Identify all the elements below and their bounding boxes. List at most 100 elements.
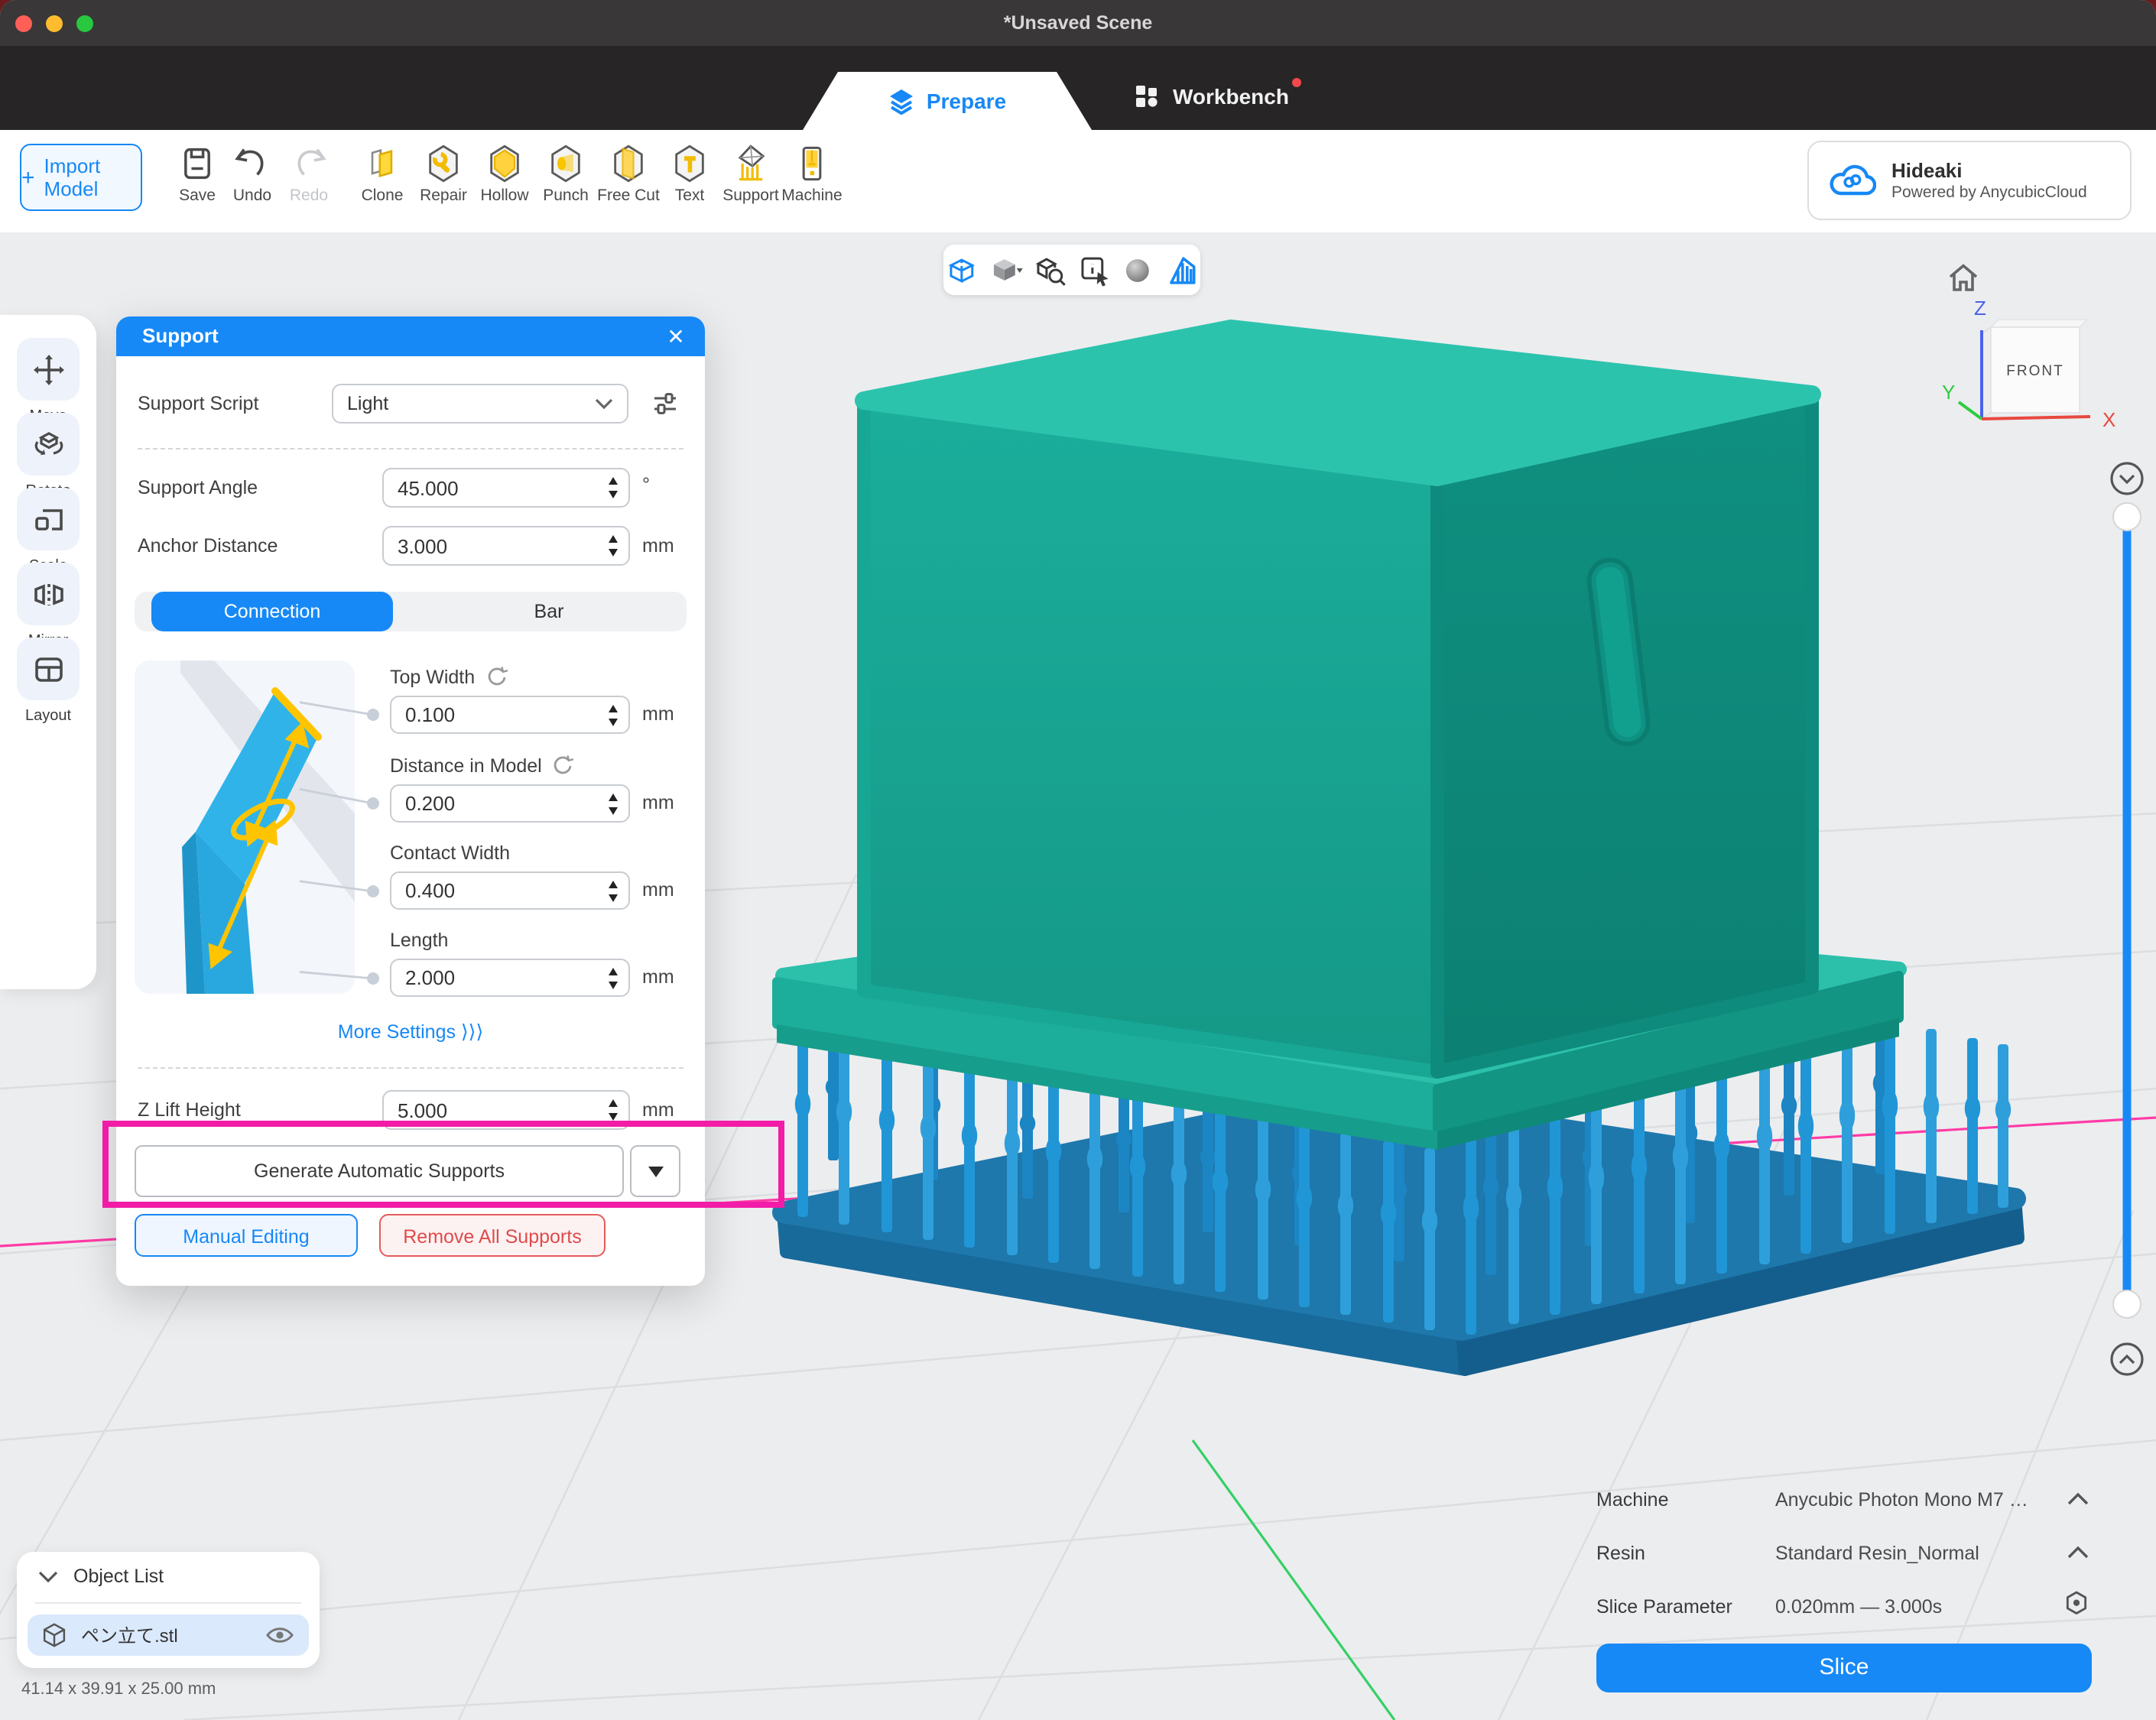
material-sphere-icon[interactable] (1120, 252, 1157, 288)
distance-in-model-input[interactable] (390, 784, 630, 823)
slider-handle-top[interactable] (2113, 503, 2141, 531)
step-up-icon[interactable] (609, 880, 618, 888)
tab-prepare-label: Prepare (927, 89, 1006, 113)
step-up-icon[interactable] (609, 535, 618, 543)
step-up-icon[interactable] (609, 704, 618, 712)
contact-width-unit: mm (642, 879, 674, 901)
object-list-title: Object List (73, 1566, 164, 1587)
distance-in-model-field (390, 784, 630, 823)
top-width-label: Top Width (390, 665, 507, 688)
anchor-distance-input[interactable] (382, 526, 630, 566)
step-down-icon[interactable] (609, 549, 618, 557)
machine-button[interactable]: Machine (778, 144, 846, 205)
model-pen-stand[interactable] (864, 329, 1812, 1072)
resin-collapse-icon[interactable] (2067, 1546, 2089, 1559)
collapse-up-icon[interactable] (2112, 1344, 2142, 1374)
account-box[interactable]: Hideaki Powered by AnycubicCloud (1807, 141, 2132, 220)
move-icon (30, 351, 67, 388)
reset-icon[interactable] (484, 665, 507, 688)
sidebar-item-layout[interactable]: Layout (17, 638, 80, 728)
home-view-icon[interactable] (1945, 260, 1982, 297)
remove-all-supports-button[interactable]: Remove All Supports (379, 1214, 606, 1257)
redo-button[interactable]: Redo (275, 144, 343, 205)
object-list-item[interactable]: ペン立て.stl (28, 1615, 309, 1656)
support-angle-unit: ° (642, 474, 650, 495)
support-angle-input[interactable] (382, 468, 630, 508)
slice-preview-slider[interactable] (2107, 460, 2147, 1378)
step-up-icon[interactable] (609, 793, 618, 800)
tab-bar[interactable]: Bar (411, 592, 687, 631)
step-down-icon[interactable] (609, 806, 618, 814)
step-up-icon[interactable] (609, 967, 618, 975)
contact-width-input[interactable] (390, 871, 630, 910)
step-down-icon[interactable] (609, 1113, 618, 1121)
reset-icon[interactable] (551, 754, 574, 777)
chevron-down-icon (595, 398, 613, 410)
top-width-input[interactable] (390, 696, 630, 734)
slider-handle-bottom[interactable] (2113, 1290, 2141, 1318)
anchor-distance-unit: mm (642, 535, 674, 557)
step-down-icon[interactable] (609, 981, 618, 988)
generate-options-dropdown[interactable] (630, 1145, 680, 1197)
step-up-icon[interactable] (609, 1099, 618, 1107)
view-cube[interactable]: FRONT Z X Y (1933, 294, 2132, 453)
clone-button[interactable]: Clone (349, 144, 416, 205)
z-lift-height-label: Z Lift Height (138, 1099, 241, 1121)
hollow-icon (485, 144, 524, 183)
account-name: Hideaki (1891, 158, 2087, 183)
script-settings-icon[interactable] (651, 390, 679, 417)
text-icon (670, 144, 709, 183)
collapse-down-icon[interactable] (2112, 463, 2142, 494)
support-angle-field (382, 468, 630, 508)
visibility-eye-icon[interactable] (265, 1624, 295, 1647)
object-list-header[interactable]: Object List (38, 1566, 164, 1587)
plus-icon: + (21, 164, 35, 190)
chevron-down-icon (38, 1569, 58, 1583)
step-up-icon[interactable] (609, 477, 618, 485)
viewport-3d[interactable]: FRONT Z X Y Support ✕ Support Script (0, 232, 2156, 1720)
support-panel: Support ✕ Support Script Light Support A… (116, 316, 705, 1286)
hollow-button[interactable]: Hollow (471, 144, 538, 205)
slice-view-icon[interactable] (1164, 252, 1200, 288)
more-settings-link[interactable]: More Settings ⟩⟩⟩ (116, 1020, 705, 1043)
tab-prepare[interactable]: Prepare (803, 72, 1092, 130)
close-icon[interactable]: ✕ (664, 324, 688, 349)
text-button[interactable]: Text (656, 144, 723, 205)
manual-editing-button[interactable]: Manual Editing (135, 1214, 358, 1257)
support-tool-button[interactable]: Support (717, 144, 784, 205)
divider (138, 448, 683, 449)
generate-automatic-supports-button[interactable]: Generate Automatic Supports (135, 1145, 624, 1197)
zoom-model-icon[interactable] (1031, 252, 1068, 288)
viewcube-z-label: Z (1974, 297, 1986, 320)
step-down-icon[interactable] (609, 491, 618, 498)
slice-parameter-settings-icon[interactable] (2061, 1589, 2092, 1619)
redo-icon (289, 144, 329, 183)
object-name: ペン立て.stl (81, 1622, 178, 1648)
import-model-button[interactable]: + Import Model (20, 144, 142, 211)
scale-icon (30, 501, 67, 537)
support-illustration (135, 660, 355, 994)
z-lift-height-input[interactable] (382, 1090, 630, 1130)
free-cut-button[interactable]: Free Cut (595, 144, 662, 205)
account-subtitle: Powered by AnycubicCloud (1891, 183, 2087, 203)
tab-connection[interactable]: Connection (151, 592, 393, 631)
step-down-icon[interactable] (609, 894, 618, 901)
save-icon (177, 144, 217, 183)
support-tool-icon (731, 144, 771, 183)
undo-icon (232, 144, 272, 183)
support-panel-header[interactable]: Support ✕ (116, 316, 705, 356)
slice-button[interactable]: Slice (1596, 1644, 2092, 1692)
y-axis-line (1193, 1440, 1395, 1720)
perspective-view-icon[interactable] (943, 252, 980, 288)
length-input[interactable] (390, 959, 630, 997)
tab-workbench[interactable]: Workbench (1135, 84, 1289, 109)
machine-collapse-icon[interactable] (2067, 1492, 2089, 1506)
support-script-dropdown[interactable]: Light (332, 384, 628, 424)
top-width-field (390, 696, 630, 734)
render-mode-icon[interactable] (988, 252, 1024, 288)
viewport-toolbar (943, 245, 1200, 295)
model-info-icon[interactable] (1076, 252, 1112, 288)
punch-button[interactable]: Punch (532, 144, 599, 205)
repair-button[interactable]: Repair (410, 144, 477, 205)
step-down-icon[interactable] (609, 718, 618, 725)
